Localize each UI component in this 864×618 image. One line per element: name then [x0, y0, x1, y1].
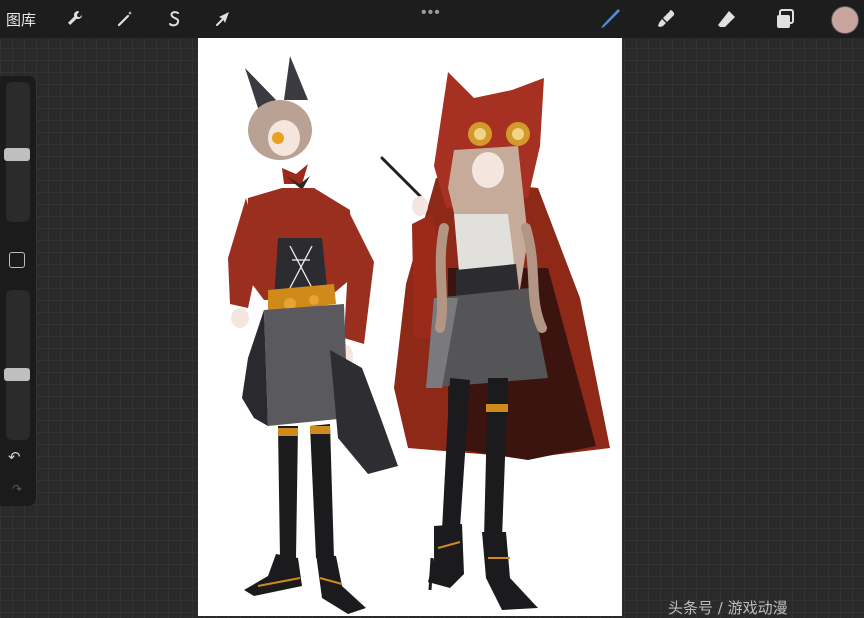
- sidebar: ↶ ↷: [0, 76, 36, 506]
- more-menu[interactable]: •••: [421, 4, 441, 22]
- layers-button[interactable]: [771, 5, 799, 33]
- smudge-tool-button[interactable]: [653, 5, 681, 33]
- brush-size-knob[interactable]: [4, 148, 30, 161]
- magic-wand-icon: [117, 11, 132, 27]
- brush-size-slider[interactable]: [4, 82, 30, 222]
- eraser-tool-button[interactable]: [712, 5, 740, 33]
- selection-button[interactable]: [161, 5, 189, 33]
- opacity-knob[interactable]: [4, 368, 30, 381]
- gallery-button[interactable]: 图库: [6, 9, 36, 30]
- selection-icon: [169, 11, 180, 27]
- undo-button[interactable]: ↶: [8, 448, 21, 466]
- character-artwork: [228, 56, 610, 614]
- redo-button[interactable]: ↷: [12, 482, 22, 496]
- modify-button[interactable]: [9, 252, 25, 268]
- brush-icon: [601, 9, 620, 28]
- brush-tool-button[interactable]: [595, 5, 623, 33]
- adjustments-button[interactable]: [111, 5, 139, 33]
- top-toolbar: 图库 •••: [0, 0, 864, 38]
- color-picker-button[interactable]: [831, 6, 859, 34]
- drawing-canvas[interactable]: [198, 38, 622, 616]
- actions-button[interactable]: [61, 5, 89, 33]
- wolf-boy-figure: [228, 56, 398, 614]
- wrench-icon: [68, 11, 82, 25]
- red-hood-girl-figure: [380, 72, 610, 610]
- eraser-icon: [718, 11, 735, 27]
- transform-button[interactable]: [209, 5, 237, 33]
- smudge-icon: [658, 10, 675, 27]
- layers-icon: [777, 9, 794, 28]
- move-icon: [216, 12, 229, 26]
- opacity-slider[interactable]: [4, 290, 30, 440]
- watermark: 头条号 / 游戏动漫: [668, 599, 788, 617]
